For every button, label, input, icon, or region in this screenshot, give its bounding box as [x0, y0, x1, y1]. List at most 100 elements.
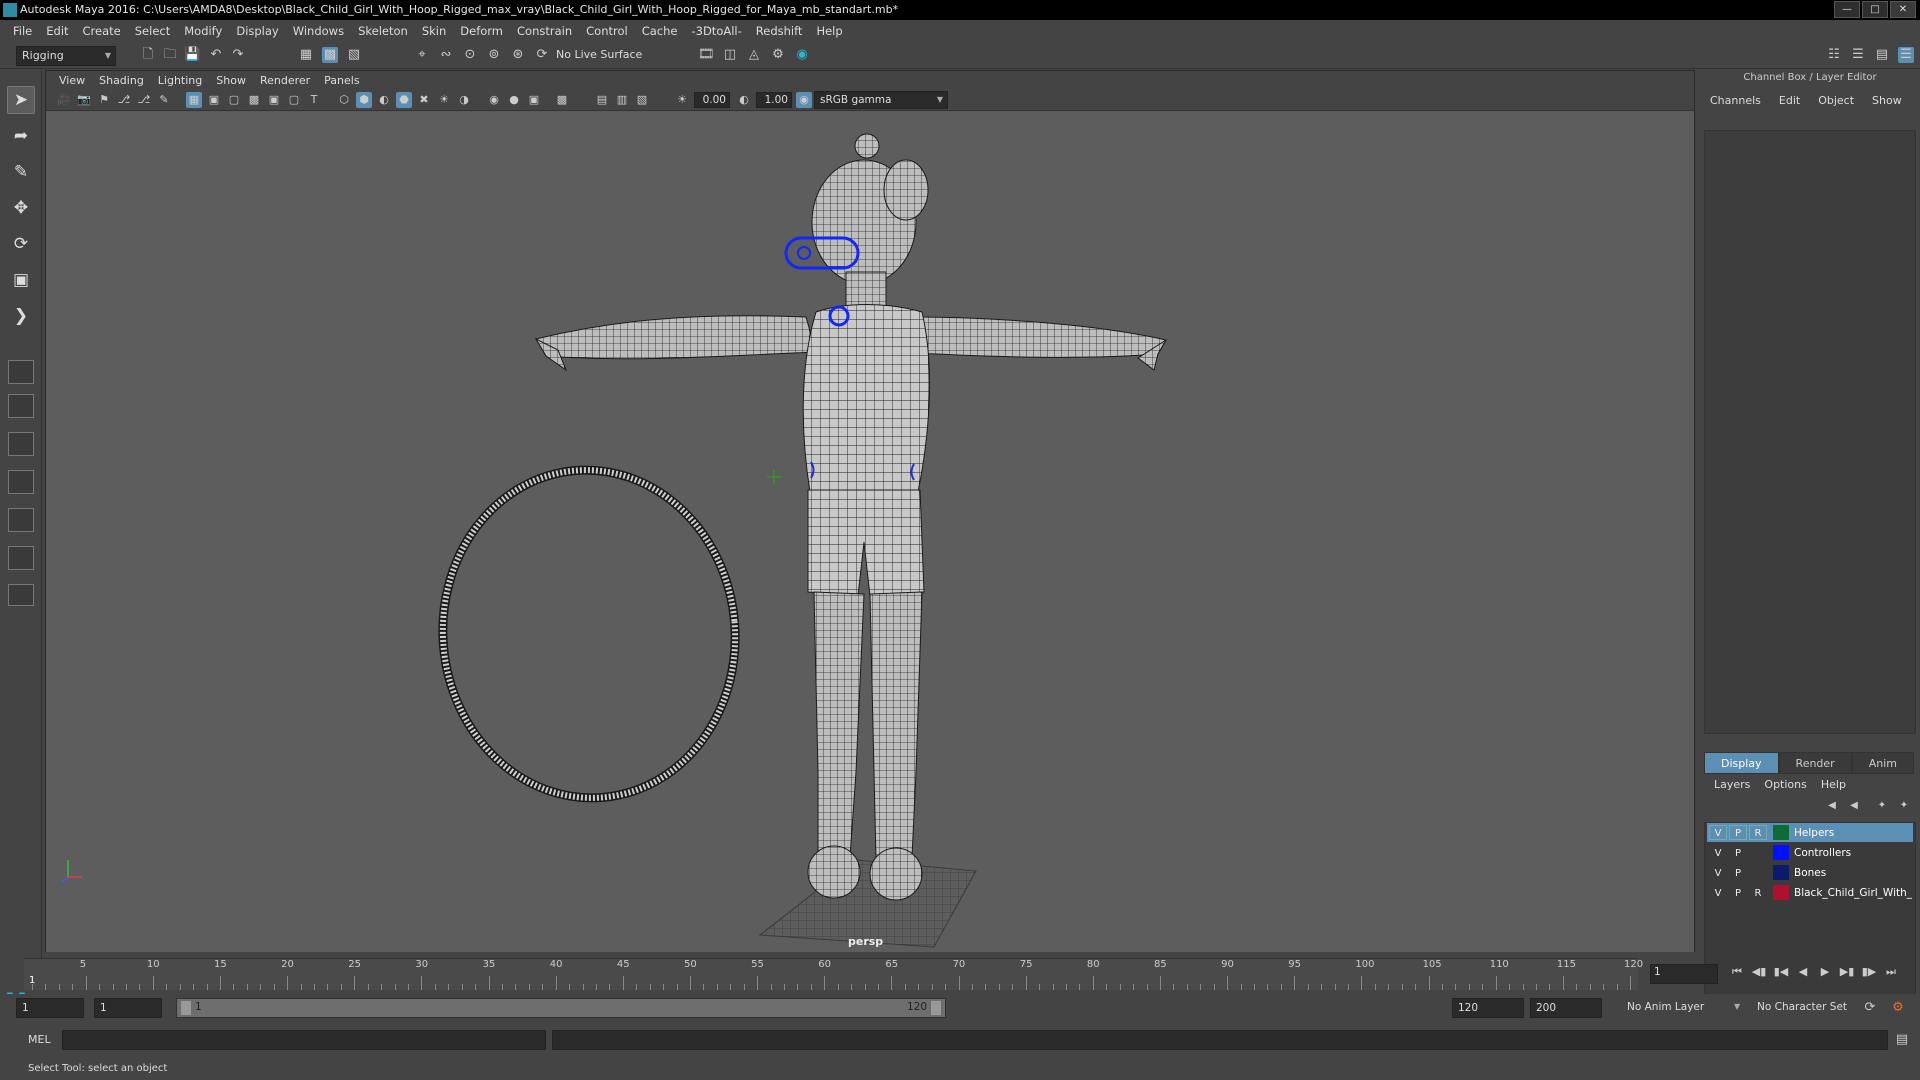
layer-playback-toggle[interactable]: P — [1729, 865, 1747, 880]
layer-row-mesh[interactable]: V P R Black_Child_Girl_With_ — [1707, 883, 1913, 902]
range-end-handle[interactable] — [931, 1001, 941, 1015]
render-view-icon[interactable]: 🎞 — [698, 47, 715, 63]
custom-layout-icon[interactable] — [8, 584, 34, 606]
panel-menu-renderer[interactable]: Renderer — [253, 74, 317, 87]
layer-playback-toggle[interactable]: P — [1729, 845, 1747, 860]
menu-skin[interactable]: Skin — [415, 24, 453, 38]
select-camera-icon[interactable]: 🎥 — [56, 92, 72, 108]
panel-menu-show[interactable]: Show — [209, 74, 253, 87]
close-button[interactable]: ✕ — [1890, 1, 1916, 18]
layer-color-swatch[interactable] — [1773, 845, 1789, 860]
step-back-key-icon[interactable]: ▮◀ — [1772, 962, 1790, 982]
open-scene-icon[interactable]: 🗀 — [162, 47, 178, 63]
hypershade-icon[interactable]: ◉ — [794, 47, 810, 63]
tab-display[interactable]: Display — [1704, 752, 1779, 774]
render-frame-icon[interactable]: ◫ — [722, 47, 738, 63]
menu-modify[interactable]: Modify — [177, 24, 229, 38]
scale-tool-icon[interactable]: ▣ — [7, 266, 35, 294]
tool-settings-icon[interactable]: ▤ — [1874, 47, 1890, 63]
panel-menu-view[interactable]: View — [52, 74, 92, 87]
outliner-persp-layout-icon[interactable] — [8, 546, 34, 570]
play-forwards-icon[interactable]: ▶ — [1816, 962, 1834, 982]
layer-playback-toggle[interactable]: P — [1729, 825, 1747, 840]
move-layer-down-icon[interactable]: ◀ — [1846, 798, 1862, 814]
color-management-icon[interactable]: ◉ — [796, 92, 812, 108]
child-girl-mesh[interactable] — [534, 133, 1167, 901]
redo-icon[interactable]: ↷ — [230, 47, 246, 63]
panel-menu-panels[interactable]: Panels — [317, 74, 366, 87]
command-input[interactable] — [62, 1030, 546, 1050]
exposure-icon[interactable]: ☀ — [674, 92, 690, 108]
attribute-editor-icon[interactable]: ☰ — [1850, 47, 1866, 63]
maximize-button[interactable]: □ — [1862, 1, 1888, 18]
layer-color-swatch[interactable] — [1773, 825, 1789, 840]
persp-graph-layout-icon[interactable] — [8, 470, 34, 494]
menu-windows[interactable]: Windows — [286, 24, 351, 38]
select-hierarchy-icon[interactable]: ▦ — [298, 47, 314, 63]
go-to-start-icon[interactable]: ⏮ — [1728, 962, 1746, 982]
menu-cache[interactable]: Cache — [635, 24, 685, 38]
step-forward-key-icon[interactable]: ▶▮ — [1838, 962, 1856, 982]
layer-visibility-toggle[interactable]: V — [1709, 865, 1727, 880]
lock-camera-icon[interactable]: 📷 — [76, 92, 92, 108]
menu-edit[interactable]: Edit — [39, 24, 75, 38]
snap-live-icon[interactable]: ⟳ — [534, 47, 550, 63]
go-to-end-icon[interactable]: ⏭ — [1882, 962, 1900, 982]
new-layer-selected-icon[interactable]: ✦ — [1896, 798, 1912, 814]
menu-3dtoall[interactable]: -3DtoAll- — [684, 24, 748, 38]
layer-reference-toggle[interactable]: R — [1749, 885, 1767, 900]
character-set-dropdown[interactable]: No Character Set — [1752, 998, 1862, 1018]
use-all-lights-icon[interactable]: ☀ — [436, 92, 452, 108]
render-settings-icon[interactable]: ⚙ — [770, 47, 786, 63]
field-chart-icon[interactable]: ▣ — [266, 92, 282, 108]
layer-reference-toggle[interactable] — [1749, 845, 1767, 860]
new-scene-icon[interactable]: 🗋 — [140, 47, 156, 63]
menu-create[interactable]: Create — [76, 24, 128, 38]
layer-visibility-toggle[interactable]: V — [1709, 825, 1727, 840]
minimize-button[interactable]: — — [1834, 1, 1860, 18]
script-editor-icon[interactable]: ▤ — [1894, 1032, 1910, 1048]
smooth-shade-icon[interactable]: ⬢ — [356, 92, 372, 108]
bookmark-icon[interactable]: ⚑ — [96, 92, 112, 108]
last-tool-icon[interactable]: ❯ — [7, 302, 35, 330]
resolution-gate-icon[interactable]: ▢ — [226, 92, 242, 108]
rotate-tool-icon[interactable]: ⟳ — [7, 230, 35, 258]
menu-file[interactable]: File — [6, 24, 39, 38]
menu-redshift[interactable]: Redshift — [749, 24, 810, 38]
xray-joints-icon[interactable]: ▤ — [594, 92, 610, 108]
animation-start-field[interactable]: 1 — [16, 998, 84, 1018]
undo-icon[interactable]: ↶ — [208, 47, 224, 63]
menu-help[interactable]: Help — [809, 24, 849, 38]
layer-color-swatch[interactable] — [1773, 865, 1789, 880]
channel-box-icon[interactable]: ☰ — [1898, 47, 1914, 63]
cb-menu-object[interactable]: Object — [1818, 94, 1854, 107]
le-menu-layers[interactable]: Layers — [1714, 778, 1750, 791]
layer-reference-toggle[interactable]: R — [1749, 825, 1767, 840]
antialiasing-icon[interactable]: ▣ — [526, 92, 542, 108]
safe-title-icon[interactable]: T — [306, 92, 322, 108]
layer-row-helpers[interactable]: V P R Helpers — [1707, 823, 1913, 842]
wireframe-icon[interactable]: ⬡ — [336, 92, 352, 108]
layer-color-swatch[interactable] — [1773, 885, 1789, 900]
shadows-icon[interactable]: ◑ — [456, 92, 472, 108]
playback-end-field[interactable]: 120 — [1452, 998, 1524, 1018]
new-layer-icon[interactable]: ✦ — [1874, 798, 1890, 814]
channel-box-area[interactable] — [1704, 130, 1916, 734]
menu-constrain[interactable]: Constrain — [510, 24, 579, 38]
playback-start-field[interactable]: 1 — [94, 998, 162, 1018]
command-language-label[interactable]: MEL — [28, 1033, 51, 1046]
wireframe-on-shaded-icon[interactable]: ⬣ — [396, 92, 412, 108]
layer-reference-toggle[interactable] — [1749, 865, 1767, 880]
single-view-layout-icon[interactable] — [8, 360, 34, 384]
menu-display[interactable]: Display — [229, 24, 285, 38]
tab-render[interactable]: Render — [1778, 752, 1852, 774]
le-menu-options[interactable]: Options — [1764, 778, 1806, 791]
perspective-viewport[interactable]: persp — [46, 112, 1694, 952]
snap-curve-icon[interactable]: ∾ — [438, 47, 454, 63]
le-menu-help[interactable]: Help — [1821, 778, 1846, 791]
cb-menu-channels[interactable]: Channels — [1710, 94, 1761, 107]
move-tool-icon[interactable]: ✥ — [7, 194, 35, 222]
two-d-pan-icon[interactable]: ⎇ — [136, 92, 152, 108]
step-forward-frame-icon[interactable]: ▮▶ — [1860, 962, 1878, 982]
snap-grid-icon[interactable]: ⌖ — [414, 47, 430, 63]
